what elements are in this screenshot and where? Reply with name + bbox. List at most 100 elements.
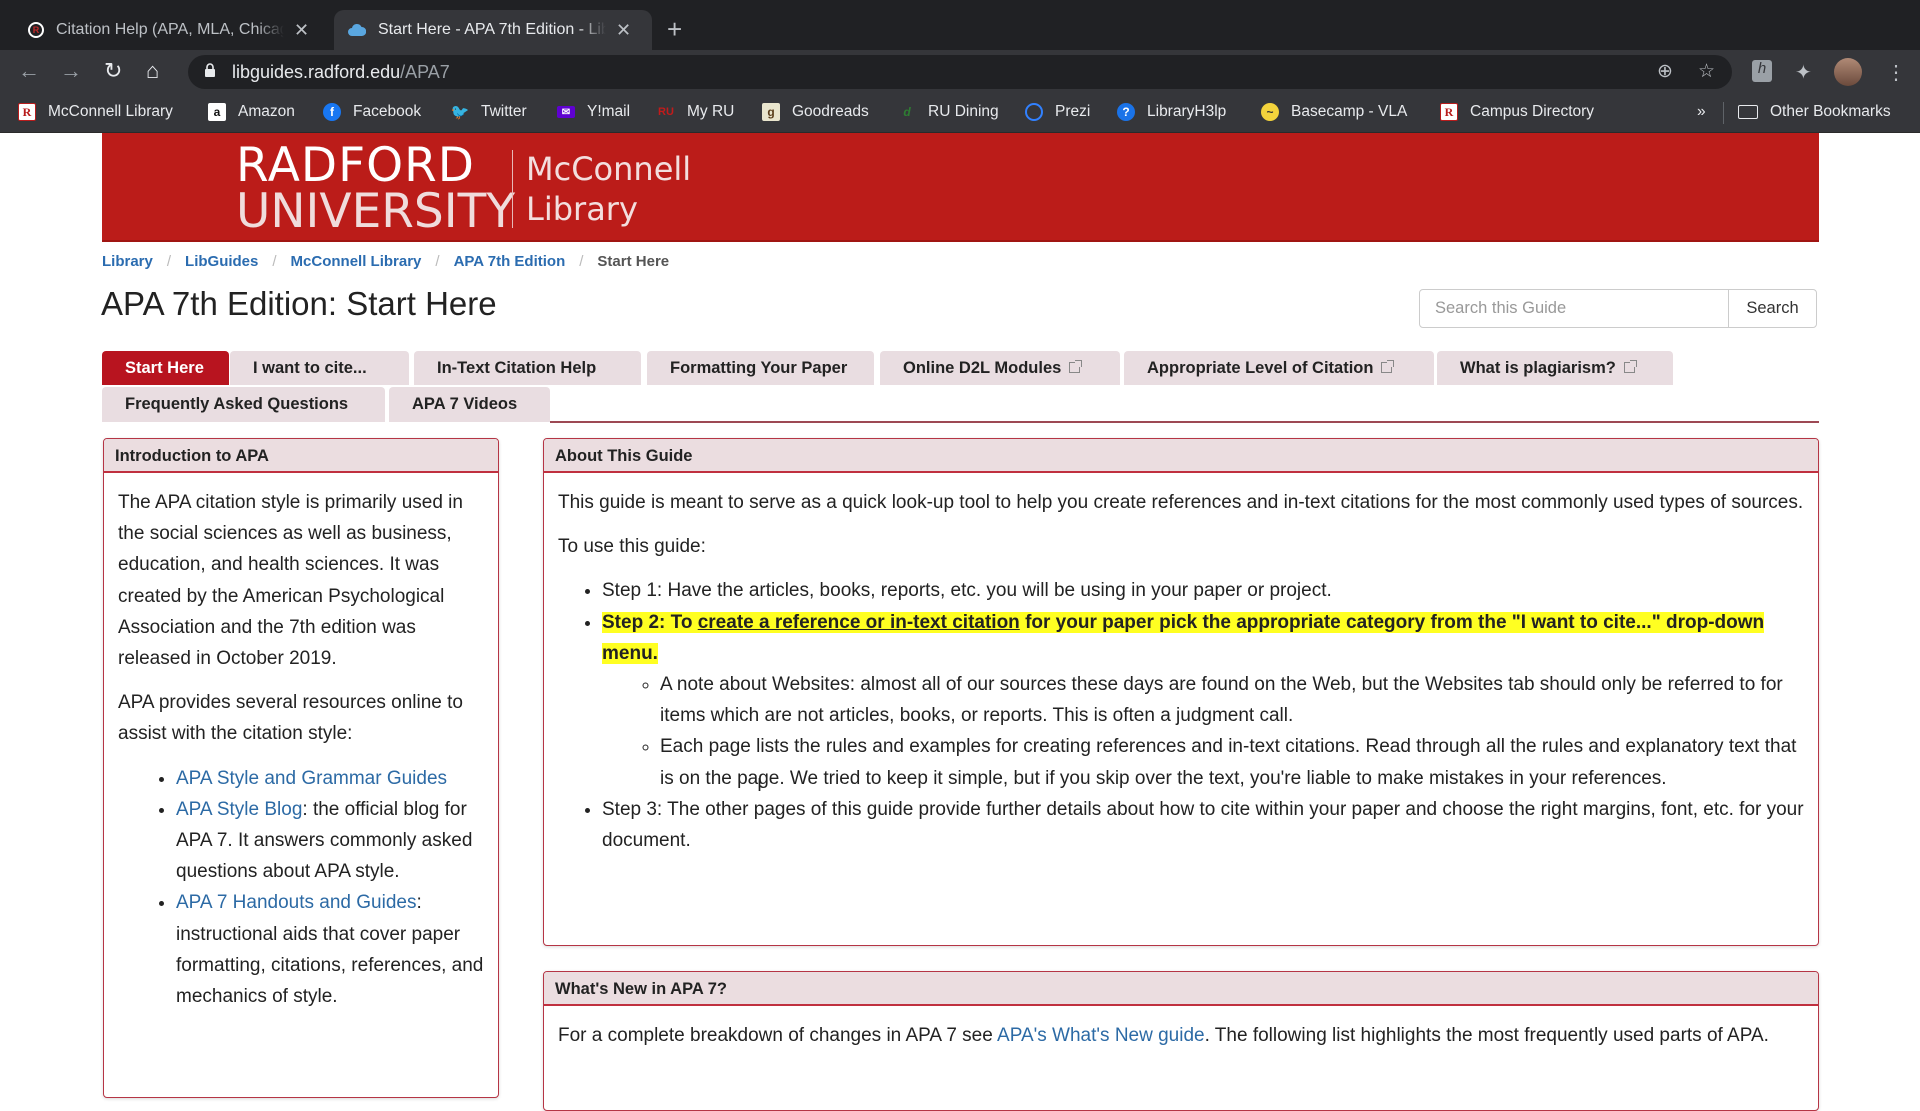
home-icon[interactable]: ⌂ xyxy=(146,58,159,84)
about-this-guide-box: About This Guide This guide is meant to … xyxy=(543,438,1819,946)
each-page-note: Each page lists the rules and examples f… xyxy=(660,731,1804,793)
bookmark-mcconnell-library[interactable]: R McConnell Library xyxy=(18,103,173,121)
close-tab-icon[interactable]: ✕ xyxy=(294,20,309,41)
websites-note: A note about Websites: almost all of our… xyxy=(660,669,1804,731)
radford-r-icon: R xyxy=(1440,103,1458,121)
bookmark-libraryh3lp[interactable]: ? LibraryH3lp xyxy=(1117,103,1226,121)
bookmark-amazon[interactable]: a Amazon xyxy=(208,103,295,121)
intro-paragraph: The APA citation style is primarily used… xyxy=(118,492,463,670)
back-icon[interactable]: ← xyxy=(18,58,40,84)
breadcrumb-libguides[interactable]: LibGuides xyxy=(185,253,258,270)
address-bar[interactable]: libguides.radford.edu/APA7 ⊕ ☆ xyxy=(188,55,1732,89)
site-banner[interactable]: RADFORD UNIVERSITY McConnell Library xyxy=(102,133,1819,242)
forward-icon[interactable]: → xyxy=(60,58,82,84)
bookmark-facebook[interactable]: f Facebook xyxy=(323,103,421,121)
tab-what-is-plagiarism[interactable]: What is plagiarism? xyxy=(1437,351,1673,385)
whats-new-paragraph: For a complete breakdown of changes in A… xyxy=(558,1025,1769,1046)
my-ru-icon: RU xyxy=(658,106,674,118)
yahoo-mail-icon: ✉ xyxy=(557,106,575,118)
cloud-favicon xyxy=(348,21,366,39)
tab-appropriate-level-of-citation[interactable]: Appropriate Level of Citation xyxy=(1124,351,1434,385)
guide-search: Search xyxy=(1419,289,1817,328)
prezi-icon xyxy=(1025,103,1043,121)
usage-intro: To use this guide: xyxy=(558,536,706,558)
breadcrumb: Library / LibGuides / McConnell Library / A… xyxy=(102,253,670,270)
introduction-to-apa-box: Introduction to APA The APA citation sty… xyxy=(103,438,499,1098)
tab-apa-7-videos[interactable]: APA 7 Videos xyxy=(389,387,550,422)
extensions-puzzle-icon[interactable]: ✦ xyxy=(1795,60,1812,85)
bookmarks-divider xyxy=(1723,102,1724,124)
basecamp-icon: ~ xyxy=(1261,103,1279,121)
hypothesis-extension-icon[interactable]: h xyxy=(1752,60,1772,82)
bookmark-goodreads[interactable]: g Goodreads xyxy=(762,103,869,121)
radford-r-favicon: R xyxy=(28,22,44,38)
logo-divider xyxy=(512,150,513,228)
page-title: APA 7th Edition: Start Here xyxy=(101,285,497,322)
page-content: RADFORD UNIVERSITY McConnell Library Libr… xyxy=(0,133,1920,1111)
browser-chrome: R Citation Help (APA, MLA, Chicago ✕ Sta… xyxy=(0,0,1920,133)
tab-start-here[interactable]: Start Here xyxy=(102,351,229,385)
browser-toolbar: ← → ↻ ⌂ libguides.radford.edu/APA7 ⊕ ☆ h… xyxy=(0,50,1920,94)
breadcrumb-current: Start Here xyxy=(597,253,670,270)
browser-tab-citation-help[interactable]: R Citation Help (APA, MLA, Chicago ✕ xyxy=(14,10,326,50)
resources-paragraph: APA provides several resources online to… xyxy=(118,692,463,745)
amazon-icon: a xyxy=(208,103,226,121)
bookmark-ymail[interactable]: ✉ Y!mail xyxy=(557,103,630,121)
step-2: Step 2: To create a reference or in-text… xyxy=(602,607,1804,794)
lock-icon xyxy=(205,63,215,77)
bookmark-star-icon[interactable]: ☆ xyxy=(1698,60,1715,83)
breadcrumb-apa-7th-edition[interactable]: APA 7th Edition xyxy=(454,253,566,270)
apa-7-handouts-guides-link[interactable]: APA 7 Handouts and Guides xyxy=(176,892,416,913)
zoom-icon[interactable]: ⊕ xyxy=(1657,60,1673,83)
radford-r-icon: R xyxy=(18,103,36,121)
tab-in-text-citation-help[interactable]: In-Text Citation Help xyxy=(414,351,641,385)
tab-i-want-to-cite[interactable]: I want to cite... xyxy=(230,351,409,385)
facebook-icon: f xyxy=(323,103,341,121)
reload-icon[interactable]: ↻ xyxy=(104,58,122,84)
apa-style-grammar-guides-link[interactable]: APA Style and Grammar Guides xyxy=(176,768,447,789)
close-tab-icon[interactable]: ✕ xyxy=(616,20,631,41)
search-button[interactable]: Search xyxy=(1728,290,1816,327)
logo-radford: RADFORD xyxy=(236,138,475,193)
menu-kebab-icon[interactable]: ⋮ xyxy=(1886,60,1906,85)
tab-online-d2l-modules[interactable]: Online D2L Modules xyxy=(880,351,1120,385)
breadcrumb-library[interactable]: Library xyxy=(102,253,153,270)
external-link-icon xyxy=(1623,359,1637,373)
url-text[interactable]: libguides.radford.edu/APA7 xyxy=(232,62,450,83)
bookmark-twitter[interactable]: 🐦 Twitter xyxy=(451,103,527,121)
twitter-icon: 🐦 xyxy=(450,104,470,121)
list-item: APA Style and Grammar Guides xyxy=(176,763,484,794)
step-3: Step 3: The other pages of this guide pr… xyxy=(602,794,1804,856)
bookmarks-bar: R McConnell Library a Amazon f Facebook 🐦 Tw… xyxy=(0,94,1920,133)
external-link-icon xyxy=(1069,359,1083,373)
logo-mcconnell-library: McConnell Library xyxy=(526,150,692,228)
profile-avatar[interactable] xyxy=(1834,58,1862,86)
bookmark-campus-directory[interactable]: R Campus Directory xyxy=(1440,103,1594,121)
bookmark-prezi[interactable]: Prezi xyxy=(1025,103,1090,121)
tabs-underline xyxy=(550,421,1819,423)
other-bookmarks-folder[interactable]: Other Bookmarks xyxy=(1738,103,1891,121)
whats-new-box: What's New in APA 7? For a complete brea… xyxy=(543,971,1819,1111)
bookmarks-overflow-button[interactable]: » xyxy=(1697,103,1706,121)
breadcrumb-mcconnell-library[interactable]: McConnell Library xyxy=(291,253,422,270)
new-tab-button[interactable]: + xyxy=(667,14,682,45)
goodreads-icon: g xyxy=(762,103,780,121)
bookmark-my-ru[interactable]: RU My RU xyxy=(657,103,734,121)
tab-frequently-asked-questions[interactable]: Frequently Asked Questions xyxy=(102,387,385,422)
libraryh3lp-icon: ? xyxy=(1117,103,1135,121)
step-2-notes: A note about Websites: almost all of our… xyxy=(602,669,1804,794)
apa-style-blog-link[interactable]: APA Style Blog xyxy=(176,799,302,820)
step-1: Step 1: Have the articles, books, report… xyxy=(602,575,1804,606)
apa-whats-new-link[interactable]: APA's What's New guide xyxy=(997,1025,1205,1046)
search-input[interactable] xyxy=(1420,290,1728,327)
create-reference-link[interactable]: create a reference or in-text citation xyxy=(698,612,1020,633)
external-link-icon xyxy=(1381,359,1395,373)
list-item: APA Style Blog: the official blog for AP… xyxy=(176,794,484,888)
steps-list: Step 1: Have the articles, books, report… xyxy=(558,575,1804,856)
tab-formatting-your-paper[interactable]: Formatting Your Paper xyxy=(647,351,874,385)
ru-dining-icon: d xyxy=(903,105,911,119)
bookmark-basecamp[interactable]: ~ Basecamp - VLA xyxy=(1261,103,1407,121)
browser-tab-start-here[interactable]: Start Here - APA 7th Edition - LibGuides… xyxy=(334,10,652,50)
bookmark-ru-dining[interactable]: d RU Dining xyxy=(898,103,998,121)
about-paragraph: This guide is meant to serve as a quick … xyxy=(558,492,1804,513)
